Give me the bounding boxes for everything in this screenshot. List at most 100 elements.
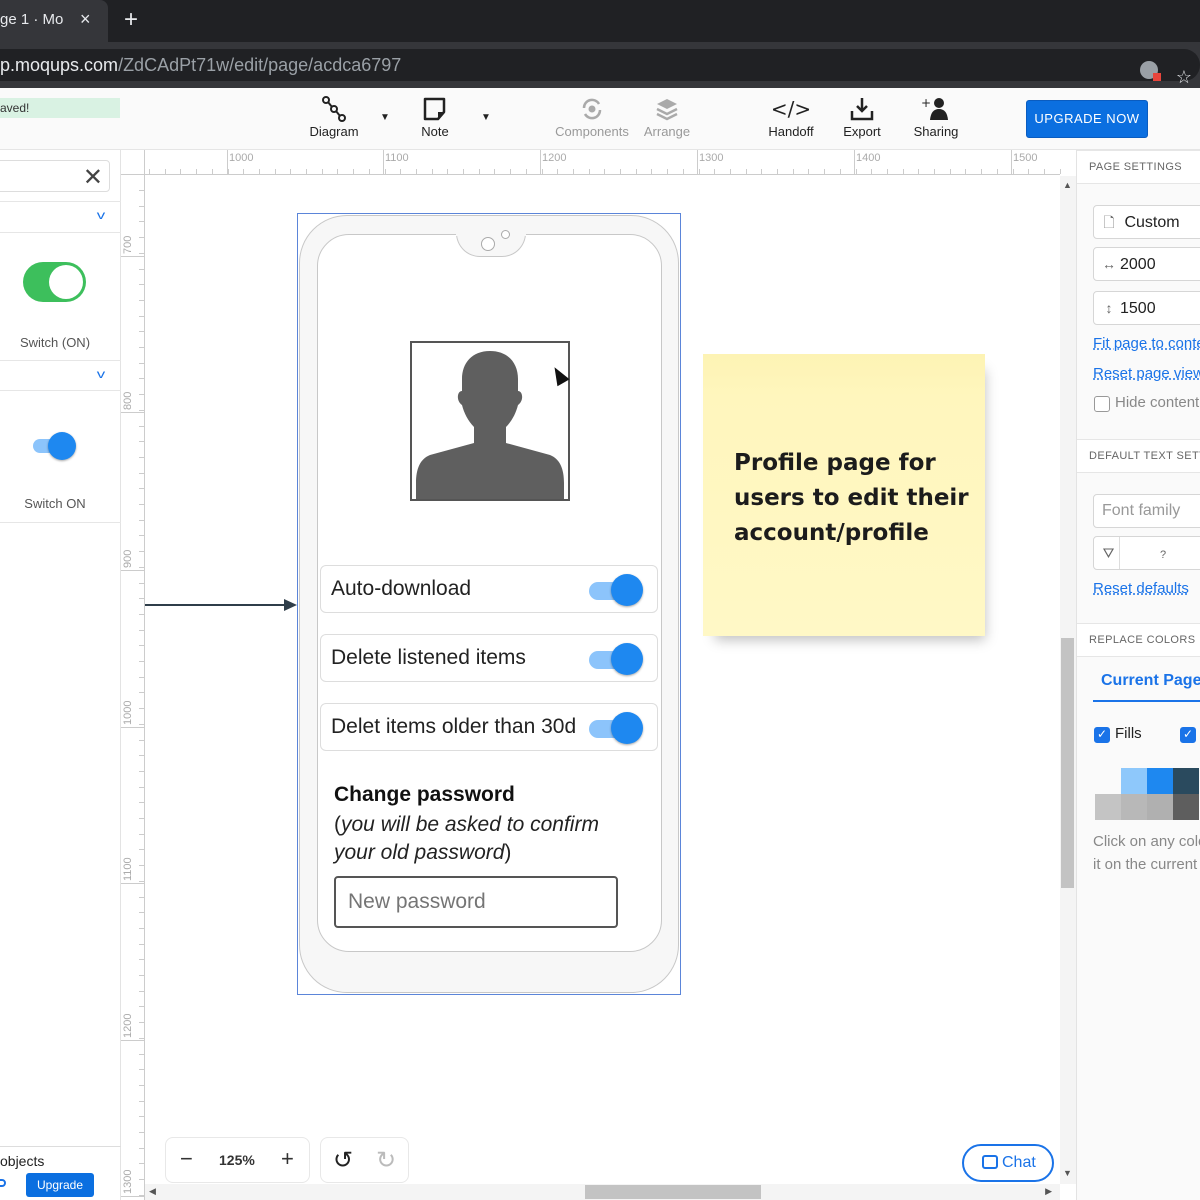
connector-arrow-line[interactable] (145, 604, 285, 606)
note-dropdown-icon[interactable]: ▼ (481, 112, 491, 123)
color-swatch[interactable] (1147, 768, 1173, 794)
diagram-dropdown-icon[interactable]: ▼ (380, 112, 390, 123)
tab-close-icon[interactable]: × (80, 9, 91, 30)
ruler-minor-tick (824, 169, 826, 174)
upgrade-now-button[interactable]: UPGRADE NOW (1026, 100, 1148, 138)
ruler-minor-tick (139, 535, 144, 537)
fills-checkbox[interactable]: ✓ (1094, 727, 1110, 743)
ruler-minor-tick (447, 169, 449, 174)
text-color-field[interactable]: ⛛? (1093, 536, 1200, 570)
reset-page-view-link[interactable]: Reset page view (1093, 365, 1200, 382)
ruler-minor-tick (139, 284, 144, 286)
ruler-minor-tick (139, 566, 144, 568)
new-tab-button[interactable]: + (124, 6, 138, 34)
selection-outline (297, 213, 681, 995)
page-icon: 🗋 (1103, 214, 1115, 230)
clear-search-icon[interactable]: ✕ (83, 163, 103, 192)
stencil-ios-switch[interactable] (23, 262, 86, 302)
horizontal-scrollbar[interactable]: ◀ ▶ (145, 1184, 1060, 1200)
page-height-input[interactable]: ↕ 1500 (1093, 291, 1200, 325)
browser-tab[interactable]: ge 1 · Mo × (0, 0, 108, 42)
site-permissions-icon[interactable] (1139, 61, 1161, 81)
page-width-input[interactable]: ↔ 2000 (1093, 247, 1200, 281)
hide-content-checkbox[interactable] (1094, 396, 1110, 412)
font-size-value: ? (1160, 549, 1167, 561)
reset-defaults-link[interactable]: Reset defaults (1093, 580, 1189, 597)
ruler-minor-tick (196, 169, 198, 174)
undo-icon[interactable]: ↺ (333, 1146, 353, 1175)
stencil-material-switch[interactable] (33, 432, 76, 460)
ruler-minor-tick (139, 959, 144, 961)
color-swatch[interactable] (1147, 794, 1173, 820)
components-tool[interactable]: Components (554, 94, 630, 139)
color-swatch[interactable] (1121, 768, 1147, 794)
upgrade-button[interactable]: Upgrade (26, 1173, 94, 1197)
sticky-note[interactable]: Profile page for users to edit their acc… (703, 354, 985, 636)
zoom-out-button[interactable]: − (180, 1146, 193, 1172)
ruler-corner (121, 150, 145, 175)
toggle-icon[interactable] (0, 1179, 6, 1187)
chevron-down-icon[interactable]: v (97, 208, 105, 222)
replace-colors-help: Click on any color to replace it on the … (1093, 833, 1200, 873)
divider (0, 522, 121, 523)
page-height-value: 1500 (1120, 300, 1156, 317)
ruler-minor-tick (139, 990, 144, 992)
color-swatch[interactable] (1121, 794, 1147, 820)
ruler-minor-tick (306, 169, 307, 174)
font-family-select[interactable]: Font family (1093, 494, 1200, 528)
ruler-minor-tick (541, 169, 543, 174)
canvas[interactable]: Auto-download Delete listened items Dele… (145, 176, 1060, 1184)
zoom-in-button[interactable]: + (281, 1146, 294, 1172)
fit-page-link[interactable]: Fit page to content (1093, 335, 1200, 352)
chat-button[interactable]: Chat (962, 1144, 1054, 1182)
horizontal-scroll-thumb[interactable] (585, 1185, 761, 1199)
note-label: Note (421, 124, 449, 139)
sticky-note-text: Profile page for users to edit their acc… (734, 450, 969, 546)
ruler-minor-tick (139, 943, 144, 945)
ruler-major-tick (121, 412, 145, 413)
ruler-minor-tick (463, 169, 464, 174)
color-swatch[interactable] (1173, 794, 1199, 820)
ruler-major-tick (121, 883, 145, 884)
tab-current-page[interactable]: Current Page (1093, 672, 1200, 702)
arrange-tool[interactable]: Arrange (642, 94, 692, 139)
ruler-label: 700 (122, 235, 134, 254)
diagram-icon (308, 94, 360, 124)
ruler-major-tick (121, 256, 145, 257)
divider (0, 360, 121, 361)
url-host: p.moqups.com (0, 55, 119, 75)
ruler-minor-tick (745, 169, 747, 174)
borders-checkbox[interactable]: ✓ (1180, 727, 1196, 743)
ruler-minor-tick (1012, 169, 1014, 174)
color-swatch[interactable] (1095, 794, 1121, 820)
scroll-down-icon[interactable]: ▼ (1063, 1168, 1072, 1178)
zoom-level[interactable]: 125% (219, 1152, 255, 1168)
redo-icon[interactable]: ↻ (376, 1146, 396, 1175)
page-size-select[interactable]: 🗋 Custom (1093, 205, 1200, 239)
stencil-search-input[interactable]: ✕ (0, 160, 110, 192)
scroll-right-icon[interactable]: ▶ (1045, 1186, 1052, 1197)
color-swatch[interactable] (1173, 768, 1199, 794)
vertical-scrollbar[interactable]: ▲ ▼ (1060, 176, 1076, 1184)
ruler-minor-tick (139, 865, 144, 867)
chevron-down-icon[interactable]: v (97, 367, 105, 381)
ruler-minor-tick (139, 394, 144, 396)
ruler-minor-tick (139, 661, 144, 662)
ruler-minor-tick (139, 1194, 144, 1196)
sharing-tool[interactable]: + Sharing (911, 94, 961, 139)
vertical-scroll-thumb[interactable] (1061, 638, 1074, 888)
ruler-minor-tick (290, 169, 292, 174)
ruler-minor-tick (139, 1147, 144, 1149)
objects-count-text: objects (0, 1153, 45, 1169)
save-status: aved! (0, 98, 120, 118)
scroll-left-icon[interactable]: ◀ (149, 1186, 156, 1197)
scroll-up-icon[interactable]: ▲ (1063, 180, 1072, 190)
diagram-tool[interactable]: Diagram (308, 94, 360, 139)
ruler-minor-tick (337, 169, 339, 174)
note-tool[interactable]: Note (415, 94, 455, 139)
export-tool[interactable]: Export (840, 94, 884, 139)
handoff-tool[interactable]: </> Handoff (766, 94, 816, 139)
tab-title: ge 1 · Mo (0, 11, 64, 28)
address-bar[interactable]: p.moqups.com/ZdCAdPt71w/edit/page/acdca6… (0, 49, 1200, 87)
ruler-minor-tick (139, 1132, 144, 1133)
